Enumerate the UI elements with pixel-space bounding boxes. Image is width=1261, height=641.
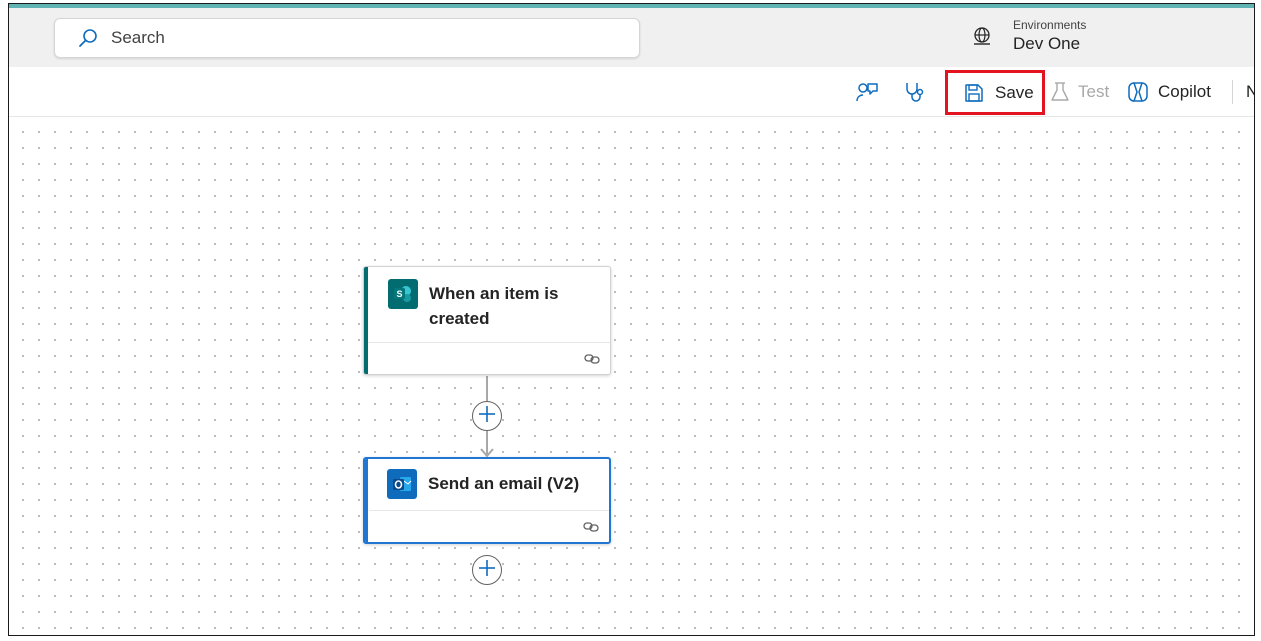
feedback-button[interactable]: [855, 67, 879, 117]
save-icon: [962, 81, 986, 105]
globe-icon: [971, 25, 993, 47]
test-flask-icon: [1048, 80, 1072, 104]
test-button[interactable]: Test: [1048, 67, 1109, 117]
environment-text: Environments Dev One: [1013, 17, 1087, 54]
plus-icon: [478, 405, 496, 428]
plus-icon: [478, 559, 496, 582]
trigger-title: When an item is created: [429, 284, 559, 328]
sharepoint-icon: S: [388, 279, 418, 309]
action-card[interactable]: Send an email (V2): [363, 457, 611, 544]
feedback-icon: [855, 80, 879, 104]
save-label: Save: [995, 82, 1034, 102]
test-label: Test: [1078, 82, 1110, 101]
outlook-icon: [387, 469, 417, 499]
app-frame: Search Environments Dev One Save Test Co…: [8, 3, 1255, 636]
search-icon: [77, 27, 99, 49]
flow-designer-canvas[interactable]: S When an item is created Send an email …: [9, 118, 1254, 635]
flow-checker-icon: [903, 80, 927, 104]
copilot-button[interactable]: Copilot: [1126, 67, 1211, 117]
top-header: Search Environments Dev One: [9, 8, 1254, 67]
copilot-icon: [1126, 80, 1150, 104]
card-stripe: [365, 459, 368, 542]
link-icon: [583, 520, 599, 534]
card-footer: [369, 510, 609, 542]
environment-name: Dev One: [1013, 33, 1081, 53]
card-footer: [368, 342, 610, 374]
environment-picker[interactable]: Environments Dev One: [971, 14, 1086, 58]
save-button[interactable]: Save: [945, 70, 1045, 115]
copilot-label: Copilot: [1158, 82, 1211, 101]
add-new-step-button[interactable]: [472, 555, 502, 585]
insert-step-button[interactable]: [472, 401, 502, 431]
search-input[interactable]: Search: [54, 18, 640, 58]
command-bar: Save Test Copilot N: [9, 67, 1254, 117]
overflow-command[interactable]: N: [1246, 67, 1254, 117]
command-divider: [1232, 80, 1233, 104]
trigger-card[interactable]: S When an item is created: [363, 266, 611, 375]
action-title: Send an email (V2): [428, 474, 580, 493]
svg-text:S: S: [396, 289, 402, 299]
link-icon: [584, 352, 600, 366]
flow-checker-button[interactable]: [903, 67, 927, 117]
environments-label: Environments: [1013, 17, 1087, 32]
search-placeholder: Search: [111, 28, 165, 47]
